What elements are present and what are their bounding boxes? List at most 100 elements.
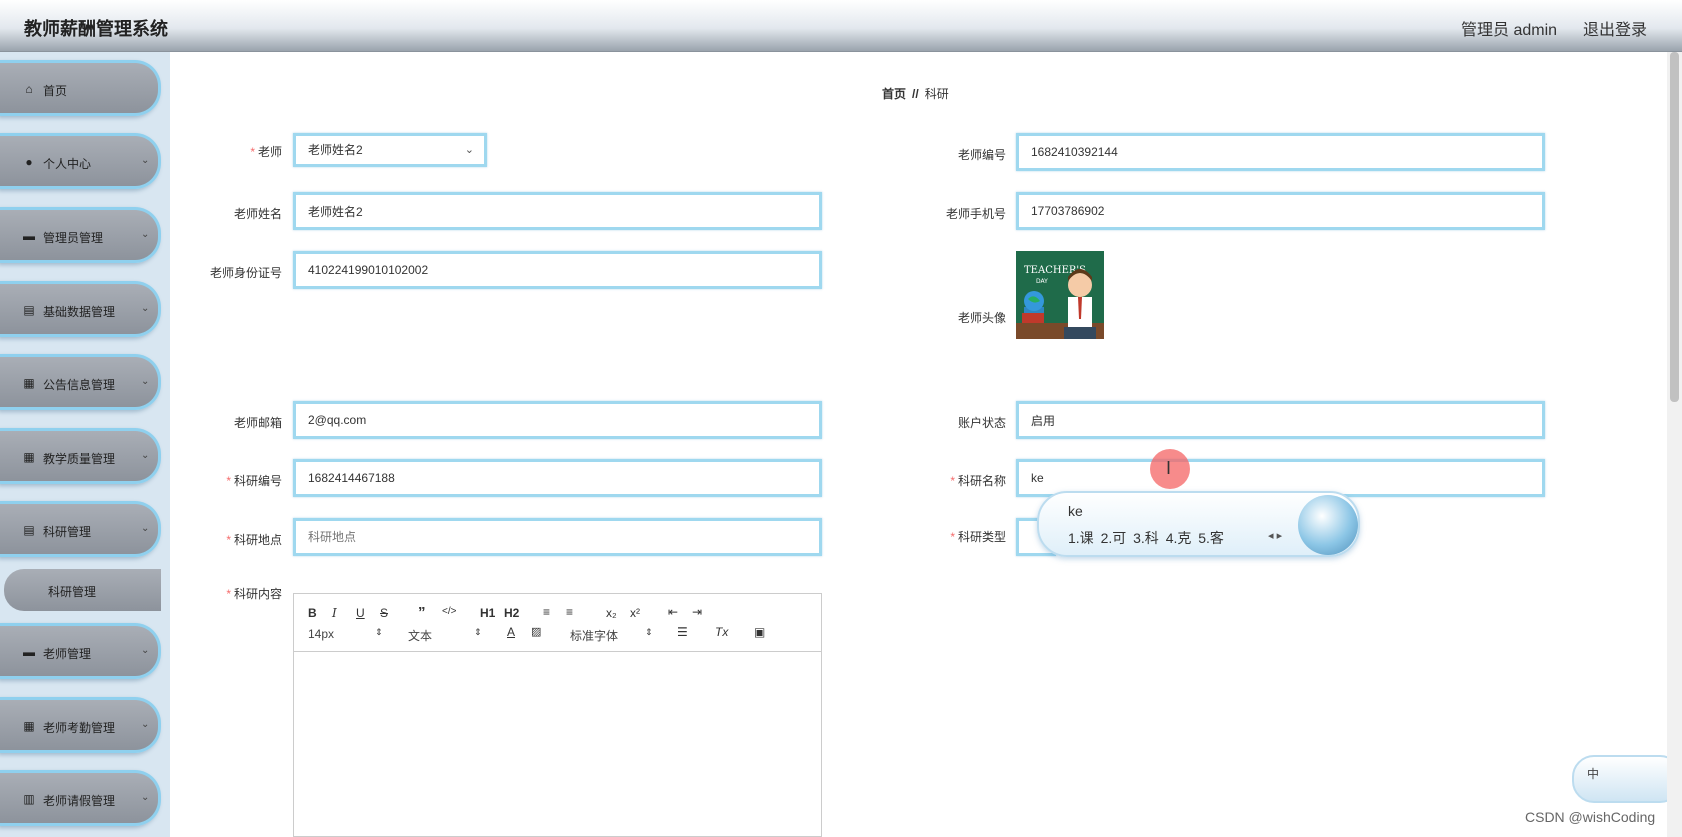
outdent-icon[interactable]: ⇤ xyxy=(668,605,678,619)
ime-mode-label: 中 xyxy=(1587,767,1600,781)
grid-icon: ▦ xyxy=(23,376,35,390)
chevron-down-icon: ⌄ xyxy=(141,719,150,730)
teacher-select[interactable]: 老师姓名2 ⌄ xyxy=(293,133,487,167)
top-bar: 教师薪酬管理系统 管理员 admin 退出登录 xyxy=(0,0,1682,52)
chevron-down-icon: ⌄ xyxy=(464,144,474,156)
home-icon: ⌂ xyxy=(25,82,33,96)
scrollbar-thumb[interactable] xyxy=(1670,52,1679,402)
font-family-select[interactable]: 标准字体 xyxy=(570,627,618,644)
clear-format-button[interactable]: Tx xyxy=(715,625,728,639)
clipboard-icon: ▤ xyxy=(23,523,35,537)
sidebar-item-teacher-management[interactable]: ▬ 老师管理 ⌄ xyxy=(0,623,161,679)
sidebar: ⌂ 首页 ● 个人中心 ⌄ ▬ 管理员管理 ⌄ ▤ 基础数据管理 ⌄ ▦ 公告信… xyxy=(0,52,170,837)
sidebar-item-label: 公告信息管理 xyxy=(43,378,116,392)
breadcrumb-home[interactable]: 首页 xyxy=(882,87,906,101)
sidebar-item-label: 老师管理 xyxy=(43,647,92,661)
teacher-no-label: 老师编号 xyxy=(957,148,1006,162)
sidebar-item-label: 首页 xyxy=(43,84,68,98)
blockquote-icon[interactable]: ” xyxy=(418,604,426,621)
account-status-label: 账户状态 xyxy=(957,416,1006,430)
sidebar-item-announcements[interactable]: ▦ 公告信息管理 ⌄ xyxy=(0,354,161,410)
chevron-down-icon: ⌄ xyxy=(141,450,150,461)
image-icon[interactable]: ▣ xyxy=(754,625,765,639)
chevron-down-icon: ⌄ xyxy=(141,303,150,314)
ime-orb-icon xyxy=(1298,495,1358,555)
sidebar-item-teacher-attendance[interactable]: ▦ 老师考勤管理 ⌄ xyxy=(0,697,161,753)
ordered-list-icon[interactable]: ≡ xyxy=(543,605,550,619)
sidebar-item-label: 个人中心 xyxy=(43,157,92,171)
briefcase-icon: ▬ xyxy=(23,229,35,243)
superscript-button[interactable]: x² xyxy=(630,606,640,620)
ime-page-arrows-icon[interactable]: ◂ ▸ xyxy=(1268,529,1282,542)
account-status-input[interactable] xyxy=(1016,401,1545,439)
sidebar-item-basic-data[interactable]: ▤ 基础数据管理 ⌄ xyxy=(0,281,161,337)
ime-candidates[interactable]: 1.课 2.可 3.科 4.克 5.客 xyxy=(1068,528,1224,548)
research-name-label: * 科研名称 xyxy=(950,474,1006,488)
italic-button[interactable]: I xyxy=(332,606,337,620)
breadcrumb-separator: // xyxy=(912,87,919,101)
sidebar-item-label: 管理员管理 xyxy=(43,231,104,245)
research-no-input[interactable] xyxy=(293,459,822,497)
teacher-id-card-input[interactable] xyxy=(293,251,822,289)
indent-icon[interactable]: ⇥ xyxy=(692,605,702,619)
sidebar-item-home[interactable]: ⌂ 首页 xyxy=(0,60,161,116)
teacher-email-label: 老师邮箱 xyxy=(233,416,282,430)
text-cursor-icon: I xyxy=(1166,458,1172,478)
sidebar-item-teacher-leave[interactable]: ▥ 老师请假管理 ⌄ xyxy=(0,770,161,826)
sidebar-subitem-label: 科研管理 xyxy=(48,585,97,599)
research-no-label: * 科研编号 xyxy=(226,474,282,488)
teacher-name-input[interactable] xyxy=(293,192,822,230)
teacher-phone-label: 老师手机号 xyxy=(945,207,1006,221)
ime-status-tray[interactable]: 中 xyxy=(1572,755,1682,803)
chevron-down-icon: ⌄ xyxy=(141,155,150,166)
chevron-updown-icon: ⇕ xyxy=(645,627,653,637)
sidebar-item-personal-center[interactable]: ● 个人中心 ⌄ xyxy=(0,133,161,189)
heading1-button[interactable]: H1 xyxy=(480,606,495,620)
subscript-button[interactable]: x₂ xyxy=(606,606,617,620)
logout-link[interactable]: 退出登录 xyxy=(1583,16,1647,40)
app-title: 教师薪酬管理系统 xyxy=(24,19,168,39)
block-format-select[interactable]: 文本 xyxy=(408,627,432,644)
page-scrollbar[interactable] xyxy=(1667,52,1682,837)
grid-icon: ▦ xyxy=(23,719,35,733)
sidebar-item-label: 基础数据管理 xyxy=(43,305,116,319)
admin-label: 管理员 admin xyxy=(1461,22,1558,39)
research-type-label: * 科研类型 xyxy=(950,530,1006,544)
user-icon: ● xyxy=(25,155,33,169)
monitor-icon: ▬ xyxy=(23,645,35,659)
background-color-icon[interactable]: ▨ xyxy=(531,625,541,638)
font-color-button[interactable]: A xyxy=(507,625,515,639)
heading2-button[interactable]: H2 xyxy=(504,606,519,620)
code-block-icon[interactable]: </> xyxy=(442,606,456,617)
teacher-label: * 老师 xyxy=(250,145,282,159)
strike-button[interactable]: S xyxy=(380,606,388,620)
teacher-phone-input[interactable] xyxy=(1016,192,1545,230)
sidebar-item-label: 科研管理 xyxy=(43,525,92,539)
sidebar-item-teaching-quality[interactable]: ▦ 教学质量管理 ⌄ xyxy=(0,428,161,484)
teacher-id-card-label: 老师身份证号 xyxy=(209,266,282,280)
ime-candidate-window: ke 1.课 2.可 3.科 4.克 5.客 ◂ ▸ xyxy=(1037,491,1360,557)
research-place-input[interactable] xyxy=(293,518,822,556)
sidebar-item-admin-management[interactable]: ▬ 管理员管理 ⌄ xyxy=(0,207,161,263)
watermark: CSDN @wishCoding xyxy=(1525,809,1656,825)
teacher-avatar-image[interactable]: TEACHER'S DAY xyxy=(1016,251,1104,339)
svg-text:DAY: DAY xyxy=(1036,278,1048,285)
bold-button[interactable]: B xyxy=(308,606,317,620)
align-icon[interactable]: ☰ xyxy=(677,625,688,639)
sidebar-subitem-research-management[interactable]: 科研管理 xyxy=(4,569,161,611)
research-place-label: * 科研地点 xyxy=(226,533,282,547)
chevron-down-icon: ⌄ xyxy=(141,523,150,534)
research-content-editor[interactable]: B I U S ” </> H1 H2 ≡ ≡ x₂ x² ⇤ ⇥ 14px ⇕… xyxy=(293,593,822,837)
teacher-avatar-label: 老师头像 xyxy=(957,311,1006,325)
chevron-updown-icon: ⇕ xyxy=(375,627,383,637)
grid-icon: ▦ xyxy=(23,450,35,464)
font-size-select[interactable]: 14px xyxy=(308,627,334,641)
chevron-down-icon: ⌄ xyxy=(141,645,150,656)
sidebar-item-label: 老师考勤管理 xyxy=(43,721,116,735)
teacher-no-input[interactable] xyxy=(1016,133,1545,171)
bullet-list-icon[interactable]: ≡ xyxy=(566,605,573,619)
breadcrumb: 首页 // 科研 xyxy=(882,85,949,102)
teacher-email-input[interactable] xyxy=(293,401,822,439)
underline-button[interactable]: U xyxy=(356,606,365,620)
sidebar-item-research-management[interactable]: ▤ 科研管理 ⌄ xyxy=(0,501,161,557)
